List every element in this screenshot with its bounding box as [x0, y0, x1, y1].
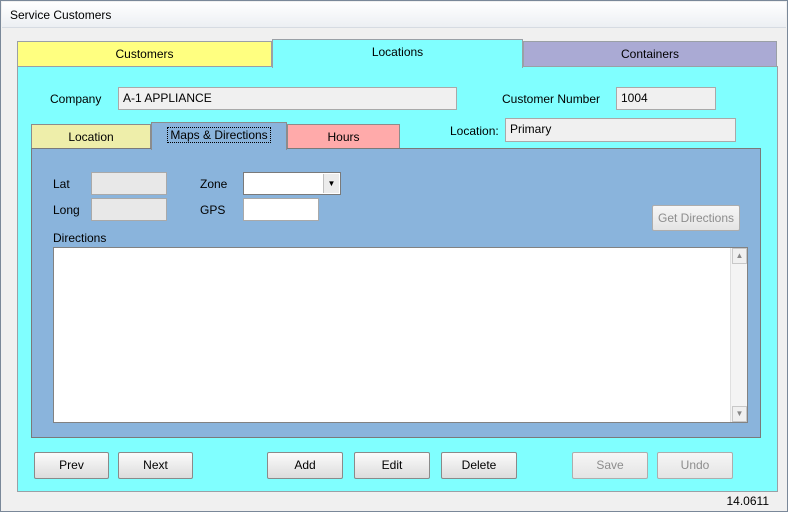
zone-label: Zone — [200, 177, 228, 191]
gps-label: GPS — [200, 203, 226, 217]
undo-button[interactable]: Undo — [657, 452, 733, 479]
tab-locations[interactable]: Locations — [272, 39, 523, 68]
save-button[interactable]: Save — [572, 452, 648, 479]
scroll-down-arrow-icon[interactable]: ▼ — [732, 406, 747, 422]
directions-label: Directions — [53, 231, 107, 245]
delete-button[interactable]: Delete — [441, 452, 517, 479]
zone-select[interactable]: ▼ — [243, 172, 341, 195]
subtab-location[interactable]: Location — [31, 124, 151, 149]
scroll-up-arrow-icon[interactable]: ▲ — [732, 248, 747, 264]
company-label: Company — [50, 92, 102, 106]
window-title: Service Customers — [10, 8, 112, 22]
customer-number-field[interactable]: 1004 — [616, 87, 716, 110]
lat-label: Lat — [53, 177, 70, 191]
gps-field[interactable] — [243, 198, 319, 221]
add-button[interactable]: Add — [267, 452, 343, 479]
long-field[interactable] — [91, 198, 167, 221]
tab-containers[interactable]: Containers — [523, 41, 777, 66]
customer-number-label: Customer Number — [502, 92, 601, 106]
get-directions-button[interactable]: Get Directions — [652, 205, 740, 231]
directions-scrollbar[interactable]: ▲ ▼ — [730, 248, 747, 422]
location-label: Location: — [450, 124, 499, 138]
next-button[interactable]: Next — [118, 452, 193, 479]
company-field[interactable]: A-1 APPLIANCE — [118, 87, 457, 110]
title-bar: Service Customers — [2, 2, 786, 28]
service-customers-window: Service Customers Customers Locations Co… — [0, 0, 788, 512]
version-label: 14.0611 — [726, 494, 770, 508]
subtab-hours[interactable]: Hours — [287, 124, 400, 149]
edit-button[interactable]: Edit — [354, 452, 430, 479]
lat-field[interactable] — [91, 172, 167, 195]
subtab-maps-label: Maps & Directions — [167, 127, 271, 143]
directions-textarea[interactable]: ▲ ▼ — [53, 247, 748, 423]
tab-customers[interactable]: Customers — [17, 41, 272, 66]
prev-button[interactable]: Prev — [34, 452, 109, 479]
chevron-down-icon[interactable]: ▼ — [323, 174, 339, 193]
location-field[interactable]: Primary — [505, 118, 736, 142]
subtab-maps-directions[interactable]: Maps & Directions — [151, 122, 287, 150]
long-label: Long — [53, 203, 80, 217]
